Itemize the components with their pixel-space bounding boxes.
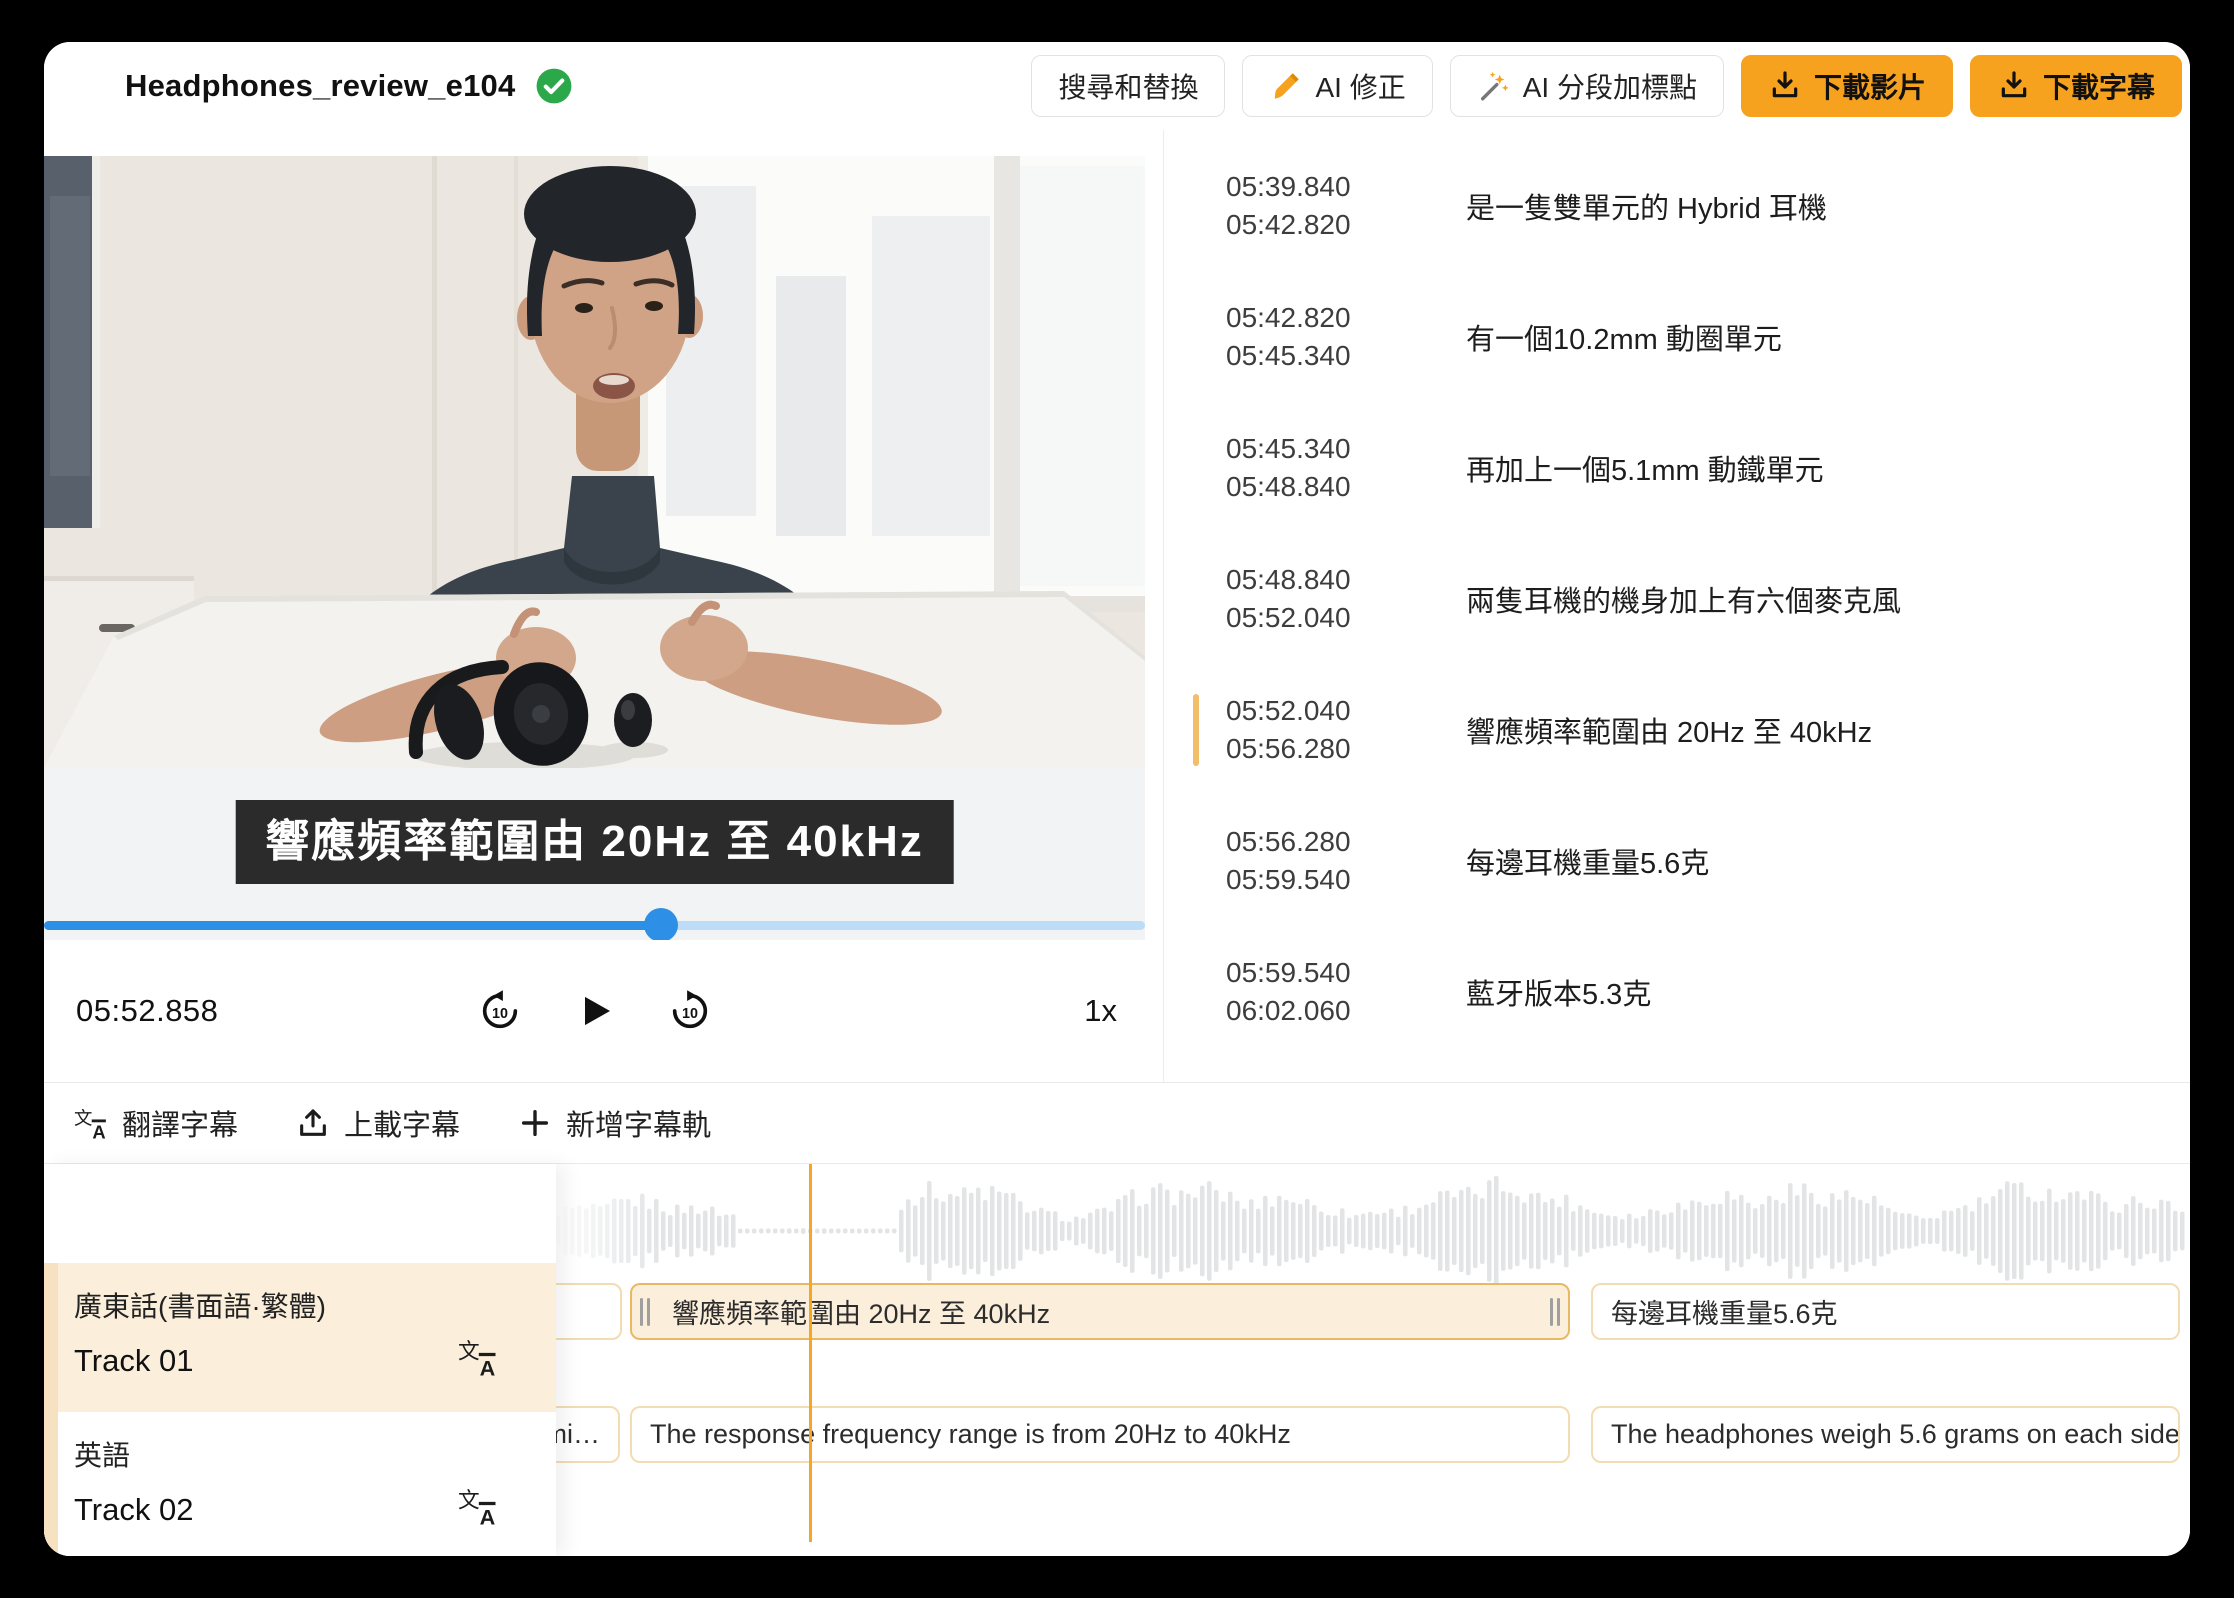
file-title: Headphones_review_e104 [125, 68, 515, 104]
subtitle-text[interactable]: 再加上一個5.1mm 動鐵單元 [1466, 447, 1824, 489]
subtitle-text[interactable]: 每邊耳機重量5.6克 [1466, 840, 1709, 882]
video-subtitle-overlay: 響應頻率範圍由 20Hz 至 40kHz [235, 800, 954, 884]
play-button[interactable] [575, 991, 615, 1031]
subtitle-text[interactable]: 響應頻率範圍由 20Hz 至 40kHz [1466, 709, 1872, 751]
saved-check-icon [535, 67, 573, 105]
ai-segment-label: AI 分段加標點 [1523, 66, 1697, 106]
track-item-1[interactable]: 廣東話(書面語·繁體) Track 01 文A [44, 1263, 556, 1412]
video-frame [44, 156, 1145, 768]
download-video-label: 下載影片 [1814, 66, 1926, 106]
seek-fill [44, 921, 661, 930]
track-panel: 廣東話(書面語·繁體) Track 01 文A 英語 Track 02 文A [44, 1164, 556, 1556]
svg-text:文: 文 [74, 1107, 92, 1128]
translate-subtitles-button[interactable]: 文A 翻譯字幕 [74, 1102, 238, 1144]
translate-icon: 文A [74, 1106, 108, 1140]
subtitle-toolbar: 文A 翻譯字幕 上載字幕 新增字幕軌 [44, 1083, 2190, 1163]
transport-buttons: 10 10 [477, 940, 713, 1082]
download-icon [1997, 69, 2031, 103]
segment-text: 每邊耳機重量5.6克 [1611, 1292, 1838, 1331]
segment-drag-handle-left[interactable] [640, 1298, 650, 1326]
seek-thumb[interactable] [644, 908, 678, 942]
subtitle-row[interactable]: 05:45.34005:48.840 再加上一個5.1mm 動鐵單元 [1164, 402, 2190, 533]
track-item-2[interactable]: 英語 Track 02 文A [44, 1412, 556, 1556]
subtitle-row[interactable]: 05:59.54006:02.060 藍牙版本5.3克 [1164, 926, 2190, 1057]
track-translate-button[interactable]: 文A [458, 1337, 498, 1377]
download-subtitles-button[interactable]: 下載字幕 [1970, 55, 2182, 117]
subtitle-times: 05:45.34005:48.840 [1226, 430, 1406, 506]
pen-icon [1269, 69, 1303, 103]
subtitle-list: 05:39.84005:42.820 是一隻雙單元的 Hybrid 耳機 05:… [1163, 130, 2190, 1082]
subtitle-row[interactable]: 05:48.84005:52.040 兩隻耳機的機身加上有六個麥克風 [1164, 533, 2190, 664]
upload-label: 上載字幕 [344, 1102, 460, 1144]
timeline: 響應頻率範圍由 20Hz 至 40kHz 每邊耳機重量5.6克 mi… The … [44, 1163, 2190, 1556]
subtitle-row[interactable]: 05:42.82005:45.340 有一個10.2mm 動圈單元 [1164, 271, 2190, 402]
subtitle-text[interactable]: 是一隻雙單元的 Hybrid 耳機 [1466, 185, 1827, 227]
forward-10-button[interactable]: 10 [667, 988, 713, 1034]
subtitle-times: 05:59.54006:02.060 [1226, 954, 1406, 1030]
active-row-indicator [1193, 694, 1199, 766]
subtitle-times: 05:39.84005:42.820 [1226, 168, 1406, 244]
timeline-segment-active[interactable]: 響應頻率範圍由 20Hz 至 40kHz [630, 1283, 1570, 1340]
track-panel-accent-strip [44, 1263, 58, 1555]
subtitle-times: 05:52.04005:56.280 [1226, 692, 1406, 768]
magic-wand-icon [1477, 69, 1511, 103]
subtitle-times: 05:48.84005:52.040 [1226, 561, 1406, 637]
add-track-label: 新增字幕軌 [566, 1102, 711, 1144]
svg-text:A: A [480, 1504, 496, 1526]
seek-slider[interactable] [44, 916, 1145, 934]
segment-text: 響應頻率範圍由 20Hz 至 40kHz [672, 1292, 1050, 1331]
app-window: Headphones_review_e104 搜尋和替換 AI 修正 AI 分段… [44, 42, 2190, 1556]
track-language: 英語 [74, 1434, 556, 1474]
segment-text: The headphones weigh 5.6 grams on each s… [1611, 1419, 2180, 1450]
subtitle-times: 05:56.28005:59.540 [1226, 823, 1406, 899]
svg-text:文: 文 [458, 1339, 480, 1364]
track-language: 廣東話(書面語·繁體) [74, 1285, 556, 1325]
download-video-button[interactable]: 下載影片 [1741, 55, 1953, 117]
timeline-segment[interactable]: The response frequency range is from 20H… [630, 1406, 1570, 1463]
search-replace-button[interactable]: 搜尋和替換 [1031, 55, 1225, 117]
header-actions: 搜尋和替換 AI 修正 AI 分段加標點 下載影片 [1031, 55, 2182, 117]
svg-text:10: 10 [492, 1006, 508, 1022]
svg-text:A: A [480, 1355, 496, 1377]
current-time: 05:52.858 [76, 940, 218, 1082]
subtitle-row-active[interactable]: 05:52.04005:56.280 響應頻率範圍由 20Hz 至 40kHz [1164, 664, 2190, 795]
download-icon [1768, 69, 1802, 103]
header: Headphones_review_e104 搜尋和替換 AI 修正 AI 分段… [44, 42, 2190, 130]
timeline-segment[interactable]: The headphones weigh 5.6 grams on each s… [1591, 1406, 2180, 1463]
svg-text:10: 10 [682, 1006, 698, 1022]
title-wrap: Headphones_review_e104 [125, 42, 573, 130]
subtitle-row[interactable]: 05:39.84005:42.820 是一隻雙單元的 Hybrid 耳機 [1164, 140, 2190, 271]
subtitle-text[interactable]: 兩隻耳機的機身加上有六個麥克風 [1466, 578, 1901, 620]
translate-label: 翻譯字幕 [122, 1102, 238, 1144]
timeline-playhead[interactable] [809, 1164, 812, 1542]
ai-fix-button[interactable]: AI 修正 [1242, 55, 1432, 117]
segment-text: The response frequency range is from 20H… [650, 1419, 1291, 1450]
timeline-segment[interactable]: 每邊耳機重量5.6克 [1591, 1283, 2180, 1340]
track-translate-button[interactable]: 文A [458, 1486, 498, 1526]
subtitle-text[interactable]: 有一個10.2mm 動圈單元 [1466, 316, 1782, 358]
subtitle-times: 05:42.82005:45.340 [1226, 299, 1406, 375]
player-subtitle-area: 響應頻率範圍由 20Hz 至 40kHz [44, 768, 1145, 940]
ai-fix-label: AI 修正 [1315, 66, 1405, 106]
subtitle-row[interactable]: 05:56.28005:59.540 每邊耳機重量5.6克 [1164, 795, 2190, 926]
download-subtitles-label: 下載字幕 [2043, 66, 2155, 106]
waveform[interactable] [549, 1167, 2190, 1295]
subtitle-text[interactable]: 藍牙版本5.3克 [1466, 971, 1651, 1013]
add-subtitle-track-button[interactable]: 新增字幕軌 [518, 1102, 711, 1144]
search-replace-label: 搜尋和替換 [1058, 66, 1198, 106]
upload-icon [296, 1106, 330, 1140]
rewind-10-button[interactable]: 10 [477, 988, 523, 1034]
player-controls: 05:52.858 10 10 1x [44, 940, 1145, 1082]
playback-speed-button[interactable]: 1x [1084, 940, 1117, 1082]
upload-subtitles-button[interactable]: 上載字幕 [296, 1102, 460, 1144]
video-preview[interactable] [44, 156, 1145, 768]
waveform-fade [549, 1167, 659, 1295]
ai-segment-button[interactable]: AI 分段加標點 [1450, 55, 1724, 117]
segment-drag-handle-right[interactable] [1550, 1298, 1560, 1326]
svg-text:文: 文 [458, 1488, 480, 1513]
plus-icon [518, 1106, 552, 1140]
svg-text:A: A [92, 1122, 105, 1140]
